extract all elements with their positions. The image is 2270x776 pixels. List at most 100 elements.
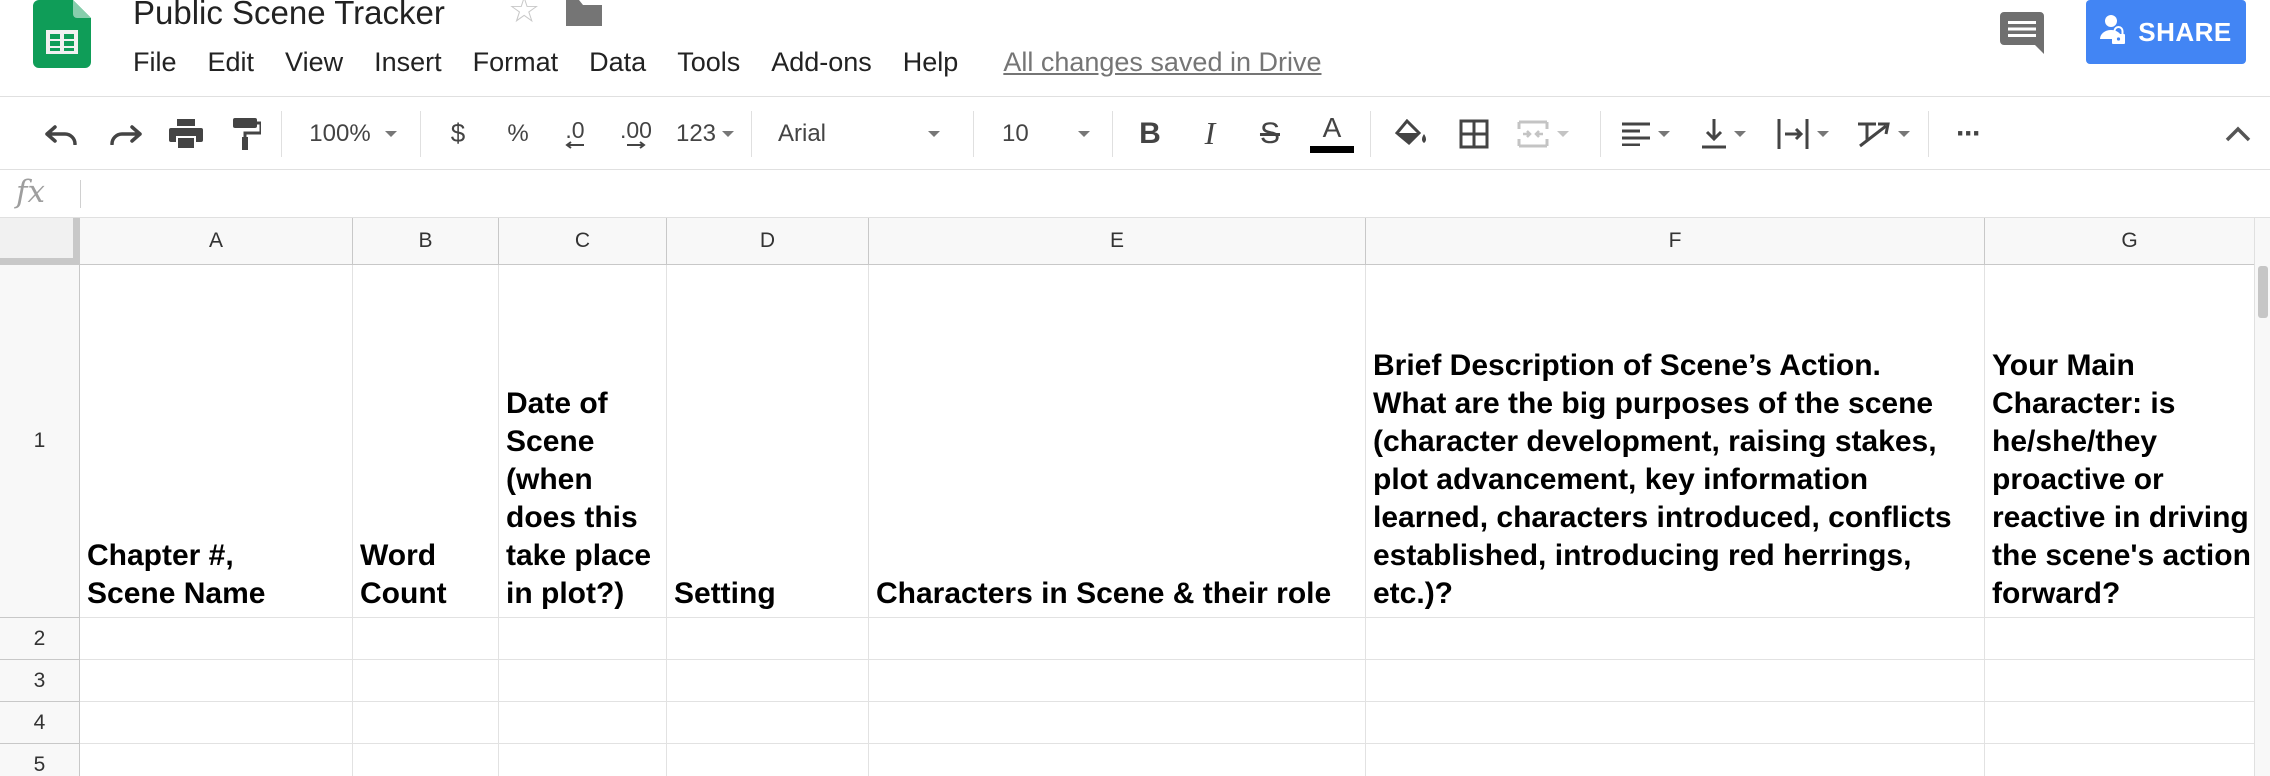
folder-icon[interactable] xyxy=(566,0,602,26)
menu-format[interactable]: Format xyxy=(473,47,559,78)
cell-b2[interactable] xyxy=(353,618,499,660)
document-title[interactable]: Public Scene Tracker xyxy=(133,0,445,32)
cell-c3[interactable] xyxy=(499,660,667,702)
formula-input[interactable] xyxy=(92,178,2242,210)
vertical-align-icon[interactable] xyxy=(1696,97,1752,170)
menu-insert[interactable]: Insert xyxy=(374,47,442,78)
row-header-5[interactable]: 5 xyxy=(0,744,80,776)
cell-a3[interactable] xyxy=(80,660,353,702)
star-icon[interactable]: ☆ xyxy=(508,0,540,28)
cell-a1-text: Chapter #, Scene Name xyxy=(87,539,266,610)
vertical-scrollbar[interactable] xyxy=(2254,218,2270,776)
cell-b5[interactable] xyxy=(353,744,499,776)
menu-file[interactable]: File xyxy=(133,47,177,78)
strikethrough-button[interactable]: S xyxy=(1250,97,1290,170)
cell-g5[interactable] xyxy=(1985,744,2254,776)
collapse-icon[interactable] xyxy=(2218,97,2258,170)
cell-f4[interactable] xyxy=(1366,702,1985,744)
text-color-button[interactable]: A xyxy=(1306,97,1358,170)
redo-icon[interactable] xyxy=(103,97,147,170)
cell-e2[interactable] xyxy=(869,618,1366,660)
more-icon[interactable]: ··· xyxy=(1946,97,1990,170)
select-all-corner[interactable] xyxy=(0,218,80,265)
row-header-4[interactable]: 4 xyxy=(0,702,80,744)
cell-g4[interactable] xyxy=(1985,702,2254,744)
cell-e3[interactable] xyxy=(869,660,1366,702)
cell-f3[interactable] xyxy=(1366,660,1985,702)
cell-a1[interactable]: Chapter #, Scene Name xyxy=(80,265,353,618)
menu-add-ons[interactable]: Add-ons xyxy=(771,47,872,78)
cell-e5[interactable] xyxy=(869,744,1366,776)
cell-d2[interactable] xyxy=(667,618,869,660)
menu-edit[interactable]: Edit xyxy=(208,47,255,78)
print-icon[interactable] xyxy=(164,97,208,170)
text-wrapping-icon[interactable] xyxy=(1774,97,1832,170)
more-formats-button[interactable]: 123 xyxy=(672,97,738,170)
menu-help[interactable]: Help xyxy=(903,47,959,78)
cell-c5[interactable] xyxy=(499,744,667,776)
cell-b1[interactable]: Word Count xyxy=(353,265,499,618)
decrease-decimal-button[interactable]: .0 xyxy=(555,97,595,170)
bold-button[interactable]: B xyxy=(1130,97,1170,170)
scrollbar-thumb[interactable] xyxy=(2258,266,2268,318)
column-header-b[interactable]: B xyxy=(353,218,499,265)
cell-a4[interactable] xyxy=(80,702,353,744)
percent-format-button[interactable]: % xyxy=(500,97,536,170)
comments-icon[interactable] xyxy=(2000,12,2044,54)
cell-g1[interactable]: Your Main Character: is he/she/they proa… xyxy=(1985,265,2254,618)
cell-e4[interactable] xyxy=(869,702,1366,744)
increase-decimal-button[interactable]: .00 xyxy=(614,97,658,170)
save-status-link[interactable]: All changes saved in Drive xyxy=(1003,47,1321,78)
text-rotation-icon[interactable] xyxy=(1852,97,1914,170)
person-lock-icon xyxy=(2100,14,2126,50)
cell-b3[interactable] xyxy=(353,660,499,702)
column-header-f[interactable]: F xyxy=(1366,218,1985,265)
cell-f1[interactable]: Brief Description of Scene’s Action. Wha… xyxy=(1366,265,1985,618)
cell-d3[interactable] xyxy=(667,660,869,702)
horizontal-align-icon[interactable] xyxy=(1616,97,1676,170)
zoom-select[interactable]: 100% xyxy=(298,97,408,170)
cell-d4[interactable] xyxy=(667,702,869,744)
column-header-e[interactable]: E xyxy=(869,218,1366,265)
cell-e1[interactable]: Characters in Scene & their role xyxy=(869,265,1366,618)
cell-c4[interactable] xyxy=(499,702,667,744)
menu-tools[interactable]: Tools xyxy=(677,47,740,78)
toolbar-divider xyxy=(973,111,974,157)
cell-g1-text: Your Main Character: is he/she/they proa… xyxy=(1992,349,2251,610)
column-header-c[interactable]: C xyxy=(499,218,667,265)
undo-icon[interactable] xyxy=(40,97,84,170)
cell-a5[interactable] xyxy=(80,744,353,776)
cell-g2[interactable] xyxy=(1985,618,2254,660)
paint-format-icon[interactable] xyxy=(225,97,269,170)
borders-icon[interactable] xyxy=(1452,97,1496,170)
toolbar-divider xyxy=(1370,111,1371,157)
share-button[interactable]: SHARE xyxy=(2086,0,2246,64)
column-header-d[interactable]: D xyxy=(667,218,869,265)
merge-cells-icon[interactable] xyxy=(1510,97,1576,170)
cell-d5[interactable] xyxy=(667,744,869,776)
cell-g3[interactable] xyxy=(1985,660,2254,702)
cell-d1[interactable]: Setting xyxy=(667,265,869,618)
font-family-select[interactable]: Arial xyxy=(770,97,948,170)
cell-b4[interactable] xyxy=(353,702,499,744)
column-header-g[interactable]: G xyxy=(1985,218,2254,265)
menu-data[interactable]: Data xyxy=(589,47,646,78)
cell-f2[interactable] xyxy=(1366,618,1985,660)
cell-d1-text: Setting xyxy=(674,577,776,610)
italic-button[interactable]: I xyxy=(1190,97,1230,170)
cell-c1[interactable]: Date of Scene (when does this take place… xyxy=(499,265,667,618)
google-sheets-logo[interactable] xyxy=(33,0,91,68)
currency-format-button[interactable]: $ xyxy=(440,97,476,170)
cell-c2[interactable] xyxy=(499,618,667,660)
cell-a2[interactable] xyxy=(80,618,353,660)
app-header: Public Scene Tracker ☆ File Edit View In… xyxy=(0,0,2270,97)
row-header-1[interactable]: 1 xyxy=(0,265,80,618)
menu-view[interactable]: View xyxy=(285,47,343,78)
cell-f5[interactable] xyxy=(1366,744,1985,776)
row-header-2[interactable]: 2 xyxy=(0,618,80,660)
frozen-row-handle[interactable] xyxy=(0,258,80,265)
font-size-select[interactable]: 10 xyxy=(994,97,1098,170)
fill-color-icon[interactable] xyxy=(1390,97,1434,170)
row-header-3[interactable]: 3 xyxy=(0,660,80,702)
column-header-a[interactable]: A xyxy=(80,218,353,265)
